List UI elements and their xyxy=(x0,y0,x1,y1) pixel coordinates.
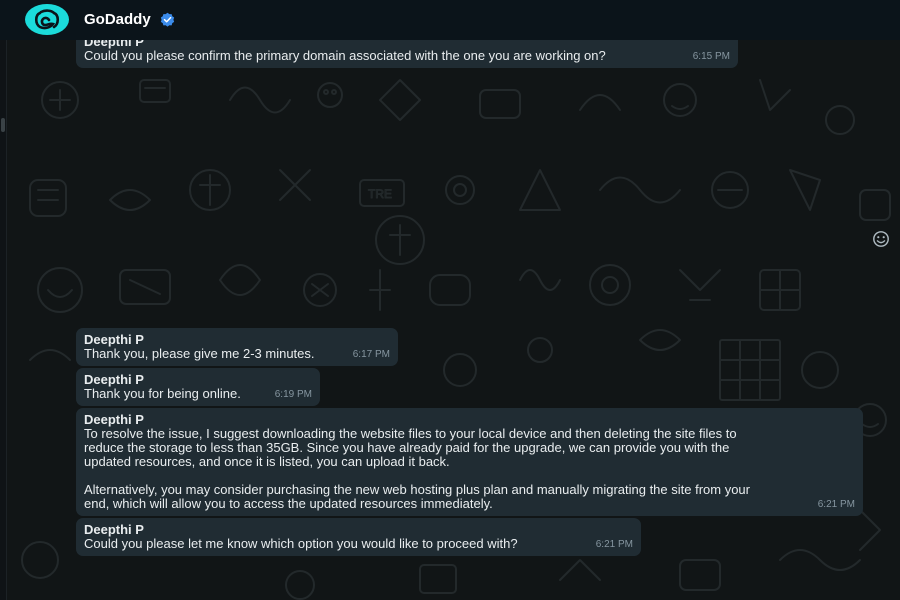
message-text: To resolve the issue, I suggest download… xyxy=(84,426,750,511)
message-sender: Deepthi P xyxy=(84,522,144,537)
godaddy-logo-icon xyxy=(34,8,60,29)
chat-header: GoDaddy xyxy=(0,0,900,40)
message-time: 6:21 PM xyxy=(817,499,855,510)
message-bubble[interactable]: Deepthi P Thank you, please give me 2-3 … xyxy=(76,328,398,366)
message-sender: Deepthi P xyxy=(84,412,144,427)
chat-area[interactable]: TRE Deepthi P Could you please confirm t… xyxy=(0,40,900,600)
message-time: 6:15 PM xyxy=(692,51,730,62)
svg-text:TRE: TRE xyxy=(368,187,392,201)
contact-name[interactable]: GoDaddy xyxy=(84,11,151,28)
avatar[interactable] xyxy=(25,4,69,35)
message-time: 6:17 PM xyxy=(352,349,390,360)
message-text: Could you please let me know which optio… xyxy=(84,536,518,551)
verified-badge-icon xyxy=(160,12,175,27)
message-time: 6:19 PM xyxy=(274,389,312,400)
message-sender: Deepthi P xyxy=(84,372,144,387)
message-time: 6:21 PM xyxy=(595,539,633,550)
message-bubble[interactable]: Deepthi P Could you please let me know w… xyxy=(76,518,641,556)
left-pane-scrollbar[interactable] xyxy=(0,40,7,600)
smiley-emoji-icon[interactable] xyxy=(872,230,890,248)
message-bubble[interactable]: Deepthi P To resolve the issue, I sugges… xyxy=(76,408,863,516)
message-sender: Deepthi P xyxy=(84,332,144,347)
scrollbar-thumb[interactable] xyxy=(1,118,5,132)
message-bubble[interactable]: Deepthi P Thank you for being online. 6:… xyxy=(76,368,320,406)
chat-wallpaper-doodles: TRE xyxy=(21,79,891,600)
message-text: Could you please confirm the primary dom… xyxy=(84,48,606,63)
message-text: Thank you, please give me 2-3 minutes. xyxy=(84,346,315,361)
message-bubble[interactable]: Deepthi P Could you please confirm the p… xyxy=(76,40,738,68)
